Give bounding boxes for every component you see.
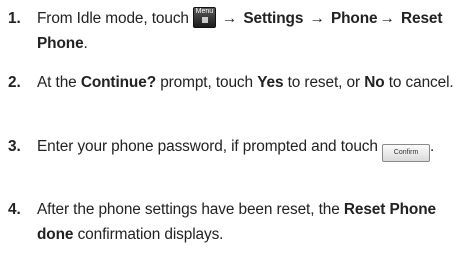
- step-number: 1.: [8, 10, 21, 27]
- step-number: 4.: [8, 201, 21, 218]
- confirm-button-image: Confirm: [382, 144, 431, 162]
- arrow-icon: →: [379, 10, 395, 27]
- arrow-icon: →: [221, 10, 238, 27]
- continue-prompt: Continue?: [80, 74, 156, 91]
- path-settings: Settings: [243, 10, 304, 27]
- path-phone: Phone: [330, 10, 378, 27]
- no-label: No: [364, 74, 385, 91]
- step-number: 3.: [8, 138, 21, 155]
- step-number: 2.: [8, 74, 21, 91]
- step-text: At the Continue? prompt, touch Yes to re…: [37, 74, 454, 91]
- step-text: Enter your phone password, if prompted a…: [37, 134, 469, 162]
- step-text: From Idle mode, touch Menu → Settings → Ph…: [37, 7, 443, 52]
- step-text: After the phone settings have been reset…: [37, 201, 436, 243]
- arrow-icon: →: [309, 10, 325, 27]
- yes-label: Yes: [257, 74, 284, 91]
- menu-key-icon: Menu: [192, 7, 216, 28]
